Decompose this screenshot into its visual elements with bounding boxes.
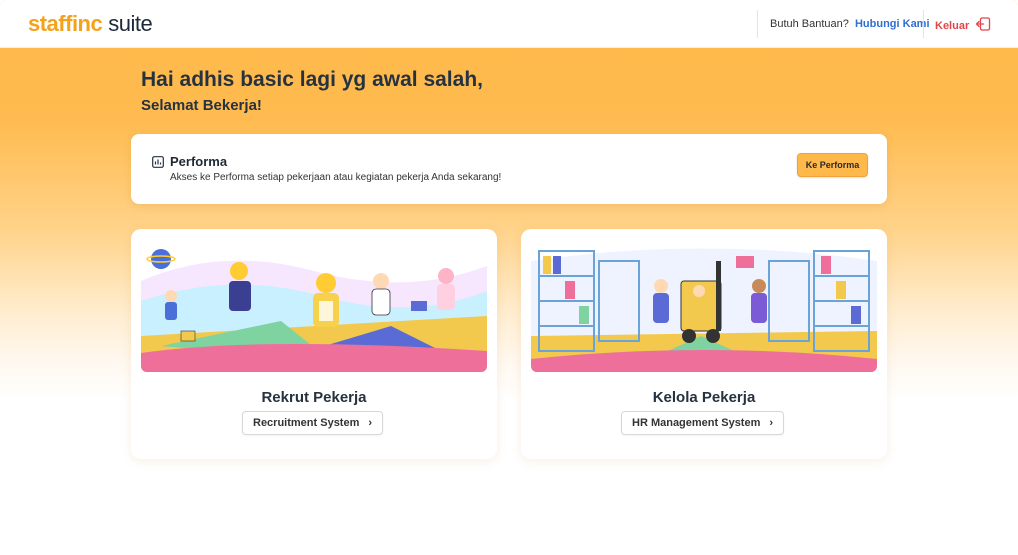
go-to-performa-button[interactable]: Ke Performa xyxy=(797,153,868,177)
hr-management-system-label: HR Management System xyxy=(632,417,761,429)
top-navbar: staffinc suite Butuh Bantuan? Hubungi Ka… xyxy=(0,0,1018,48)
chart-icon xyxy=(152,155,164,168)
logo-text-staffinc: staffinc xyxy=(28,11,103,36)
header-divider xyxy=(923,10,924,38)
logout-icon xyxy=(975,17,991,34)
app-frame: staffinc suite Butuh Bantuan? Hubungi Ka… xyxy=(0,0,1018,555)
header-divider xyxy=(757,10,758,38)
hr-management-module-card[interactable]: Kelola Pekerja HR Management System › xyxy=(521,229,887,459)
logout-button[interactable]: Keluar xyxy=(935,17,991,34)
chevron-right-icon: › xyxy=(368,417,373,429)
recruitment-module-card[interactable]: Rekrut Pekerja Recruitment System › xyxy=(131,229,497,459)
recruitment-illustration xyxy=(141,241,487,372)
logo-text-suite: suite xyxy=(108,11,153,36)
contact-us-link[interactable]: Hubungi Kami xyxy=(855,18,930,30)
chevron-right-icon: › xyxy=(769,417,774,429)
performa-card: Performa Akses ke Performa setiap pekerj… xyxy=(131,134,887,204)
performa-description: Akses ke Performa setiap pekerjaan atau … xyxy=(170,172,502,183)
warehouse-illustration xyxy=(531,241,877,372)
greeting-title: Hai adhis basic lagi yg awal salah, xyxy=(141,68,483,91)
greeting-subtitle: Selamat Bekerja! xyxy=(141,97,262,114)
recruitment-system-button[interactable]: Recruitment System › xyxy=(242,411,384,435)
help-text: Butuh Bantuan? xyxy=(770,18,849,30)
help-section: Butuh Bantuan? Hubungi Kami xyxy=(770,18,930,30)
staffinc-suite-logo[interactable]: staffinc suite xyxy=(28,11,153,36)
performa-title: Performa xyxy=(170,154,228,169)
recruitment-system-label: Recruitment System xyxy=(253,417,360,429)
hr-management-system-button[interactable]: HR Management System › xyxy=(621,411,785,435)
module-title: Rekrut Pekerja xyxy=(261,389,367,406)
logout-label: Keluar xyxy=(935,19,970,32)
module-title: Kelola Pekerja xyxy=(652,389,756,406)
